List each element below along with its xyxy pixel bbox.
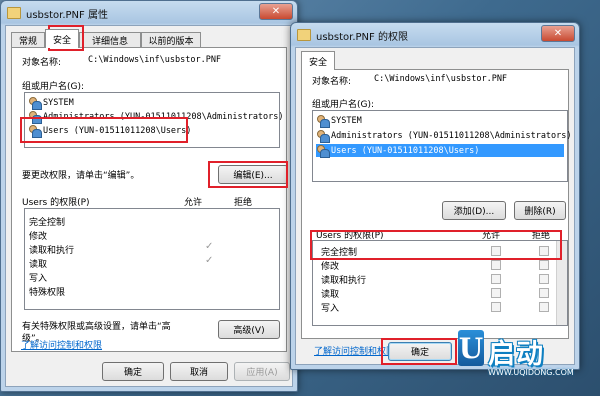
user-group-icon [316,145,330,158]
user-list: SYSTEM Administrators (YUN-01511011208\A… [24,92,284,148]
file-icon [297,29,311,41]
tab-security[interactable]: 安全 [45,29,79,48]
modify-allow-checkbox[interactable] [491,260,501,270]
write-allow-checkbox[interactable] [491,302,501,312]
allow-read-execute-check-icon: ✓ [205,241,214,252]
apply-button[interactable]: 应用(A) [234,362,290,381]
edit-button[interactable]: 编辑(E)... [218,165,288,184]
permissions-window: usbstor.PNF 的权限 ✕ 安全 对象名称: C:\Windows\in… [290,22,580,370]
close-button[interactable]: ✕ [259,3,293,20]
user-item-administrators[interactable]: Administrators (YUN-01511011208\Administ… [28,110,284,124]
perm-user-list: SYSTEM Administrators (YUN-01511011208\A… [312,110,572,182]
perm2-read-execute: 读取和执行 [321,276,367,286]
advanced-button[interactable]: 高级(V) [218,320,280,339]
watermark-logo: U 启动 WWW.UQIDONG.COM [458,330,600,396]
tab-general[interactable]: 常规 [11,32,45,48]
perm-group-label: 组或用户名(G): [312,100,375,110]
permissions-close-button[interactable]: ✕ [541,25,575,42]
perm-user-item-users[interactable]: Users (YUN-01511011208\Users) [316,144,564,158]
read-allow-checkbox[interactable] [491,288,501,298]
perm2-modify: 修改 [321,262,340,272]
perm2-write: 写入 [321,304,340,314]
modify-deny-checkbox[interactable] [539,260,549,270]
tab-details[interactable]: 详细信息 [79,32,141,48]
security-panel: 对象名称: C:\Windows\inf\usbstor.PNF 组或用户名(G… [11,47,288,352]
tab-previous-versions[interactable]: 以前的版本 [141,32,201,48]
user-group-icon [316,115,330,128]
group-label: 组或用户名(G): [22,82,85,92]
properties-client: 常规 安全 详细信息 以前的版本 对象名称: C:\Windows\inf\us… [5,25,293,387]
full-control-allow-checkbox[interactable] [491,246,501,256]
logo-brand-text: 启动 [488,339,544,370]
permissions-titlebar[interactable]: usbstor.PNF 的权限 [291,23,579,47]
user-item-system[interactable]: SYSTEM [28,96,276,110]
properties-titlebar[interactable]: usbstor.PNF 属性 [1,1,297,25]
perm-permissions-list: 完全控制 修改 读取和执行 读取 写入 [312,240,568,326]
permissions-header: Users 的权限(P) [22,198,90,208]
perm-special: 特殊权限 [29,288,66,298]
properties-window: usbstor.PNF 属性 ✕ 常规 安全 详细信息 以前的版本 对象名称: … [0,0,298,392]
learn-access-control-link[interactable]: 了解访问控制和权限 [21,338,102,351]
perm-object-name-value: C:\Windows\inf\usbstor.PNF [374,74,508,84]
read-deny-checkbox[interactable] [539,288,549,298]
full-control-deny-checkbox[interactable] [539,246,549,256]
allow-read-check-icon: ✓ [205,255,214,266]
perm-read-execute: 读取和执行 [29,246,75,256]
perm-ok-button[interactable]: 确定 [388,342,452,361]
permissions-scrollbar[interactable] [556,241,567,325]
perm-write: 写入 [29,274,48,284]
permissions-title: usbstor.PNF 的权限 [316,31,408,43]
properties-title: usbstor.PNF 属性 [26,9,108,21]
user-group-icon [28,111,42,124]
read-execute-allow-checkbox[interactable] [491,274,501,284]
object-name-value: C:\Windows\inf\usbstor.PNF [88,55,222,65]
perm-read: 读取 [29,260,48,270]
cancel-button[interactable]: 取消 [170,362,228,381]
deny-header: 拒绝 [234,198,253,208]
user-item-users[interactable]: Users (YUN-01511011208\Users) [28,124,276,138]
perm-full-control: 完全控制 [29,218,66,228]
write-deny-checkbox[interactable] [539,302,549,312]
user-group-icon [28,125,42,138]
allow-header: 允许 [184,198,203,208]
perm2-full-control: 完全控制 [321,248,358,258]
permissions-list: 完全控制 修改 读取和执行 读取 写入 特殊权限 ✓ ✓ [24,208,280,310]
ok-button[interactable]: 确定 [102,362,164,381]
perm-security-panel: 对象名称: C:\Windows\inf\usbstor.PNF 组或用户名(G… [301,69,572,339]
user-group-icon [28,97,42,110]
remove-button[interactable]: 删除(R) [514,201,566,220]
logo-url-text: WWW.UQIDONG.COM [488,368,574,377]
perm2-read: 读取 [321,290,340,300]
perm-modify: 修改 [29,232,48,242]
perm-object-name-label: 对象名称: [312,77,352,87]
perm-user-item-administrators[interactable]: Administrators (YUN-01511011208\Administ… [316,129,572,143]
user-group-icon [316,130,330,143]
object-name-label: 对象名称: [22,58,62,68]
read-execute-deny-checkbox[interactable] [539,274,549,284]
perm-learn-access-control-link[interactable]: 了解访问控制和权限 [314,344,395,357]
add-button[interactable]: 添加(D)... [442,201,506,220]
file-icon [7,7,21,19]
permissions-client: 安全 对象名称: C:\Windows\inf\usbstor.PNF 组或用户… [295,47,575,365]
perm-user-item-system[interactable]: SYSTEM [316,114,564,128]
tab-security-perm[interactable]: 安全 [301,51,335,70]
edit-hint: 要更改权限，请单击“编辑”。 [22,171,140,181]
logo-u-icon: U [458,330,484,366]
